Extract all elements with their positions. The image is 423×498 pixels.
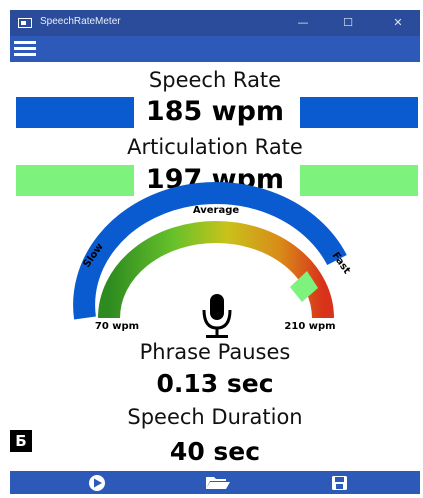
gauge-label-min: 70 wpm — [95, 321, 139, 332]
speech-duration-label: Speech Duration — [127, 405, 303, 429]
bottom-toolbar — [10, 471, 420, 494]
phrase-pauses-value: 0.13 sec — [156, 369, 274, 398]
gauge-label-max: 210 wpm — [284, 321, 335, 332]
speech-rate-gauge: Average Slow Fast 70 wpm 210 wpm — [73, 181, 353, 338]
speech-duration-value: 40 sec — [169, 437, 261, 466]
corner-badge: Б — [10, 430, 32, 452]
gauge-label-fast: Fast — [330, 250, 353, 276]
folder-open-icon[interactable] — [206, 477, 230, 489]
phrase-pauses-label: Phrase Pauses — [139, 340, 291, 364]
app-window: SpeechRateMeter — ☐ ✕ Speech Rate 185 wp… — [10, 10, 420, 494]
gauge-label-average: Average — [193, 205, 240, 216]
play-icon[interactable] — [89, 475, 105, 491]
save-icon[interactable] — [332, 476, 347, 490]
